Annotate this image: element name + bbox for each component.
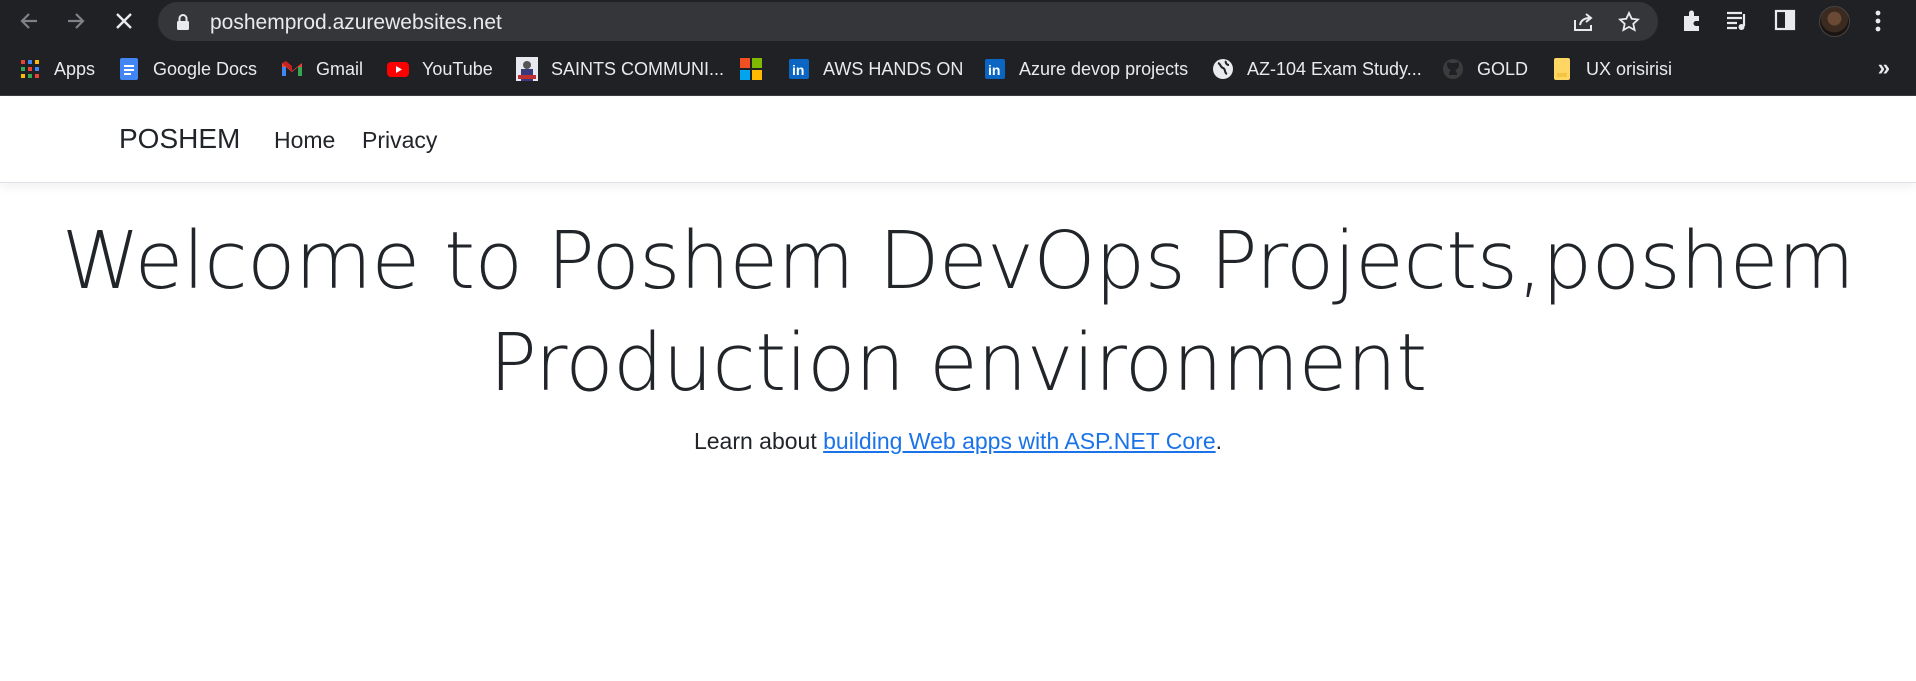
youtube-icon (386, 57, 410, 81)
bookmark-label: GOLD (1477, 58, 1529, 79)
stop-loading-button[interactable] (109, 6, 139, 36)
nav-home-link[interactable]: Home (274, 127, 335, 154)
bookmark-gold[interactable]: GOLD (1441, 56, 1528, 82)
bookmark-apps[interactable]: Apps (18, 56, 95, 82)
microsoft-icon (739, 57, 763, 81)
gmail-icon (280, 57, 304, 81)
bookmark-azure-devop-projects[interactable]: in Azure devop projects (983, 56, 1188, 82)
puzzle-icon[interactable] (1680, 8, 1704, 34)
title-line-1: Welcome to Poshem DevOps Projects,poshem (61, 215, 1855, 307)
back-button[interactable] (14, 6, 44, 36)
learn-suffix: . (1215, 428, 1223, 454)
learn-about-text: Learn about building Web apps with ASP.N… (0, 428, 1916, 455)
bookmark-label: Gmail (316, 58, 364, 79)
bookmark-az104[interactable]: AZ-104 Exam Study... (1211, 56, 1422, 82)
close-icon (116, 13, 132, 29)
bookmark-aws-hands-on[interactable]: in AWS HANDS ON (787, 56, 963, 82)
bookmark-microsoft[interactable] (739, 56, 775, 82)
bookmark-gmail[interactable]: Gmail (280, 56, 363, 82)
bookmark-youtube[interactable]: YouTube (386, 56, 493, 82)
bookmark-label: Azure devop projects (1019, 58, 1189, 79)
share-icon[interactable] (1572, 11, 1596, 33)
bookmark-label: Apps (54, 58, 96, 79)
bookmark-label: SAINTS COMMUNI... (551, 58, 725, 79)
title-line-2: Production environment (489, 317, 1427, 409)
google-docs-icon (117, 57, 141, 81)
learn-prefix: Learn about (693, 428, 824, 454)
github-icon (1441, 57, 1465, 81)
star-icon[interactable] (1618, 11, 1640, 33)
saints-icon (515, 57, 539, 81)
bookmark-saints[interactable]: SAINTS COMMUNI... (515, 56, 724, 82)
bookmark-label: UX orisirisi (1586, 58, 1673, 79)
folder-icon (1550, 57, 1574, 81)
forward-button[interactable] (61, 6, 91, 36)
url-text[interactable]: poshemprod.azurewebsites.net (210, 11, 502, 35)
forward-arrow-icon (68, 13, 85, 29)
bookmarks-bar: Apps Google Docs Gmail YouTube SAINTS CO… (0, 43, 1916, 96)
reading-list-icon[interactable] (1725, 8, 1751, 34)
svg-text:in: in (988, 62, 1000, 78)
side-panel-icon[interactable] (1774, 8, 1796, 32)
svg-text:in: in (792, 62, 804, 78)
site-brand[interactable]: POSHEM (119, 123, 240, 155)
profile-avatar[interactable] (1819, 6, 1850, 37)
bookmark-label: Google Docs (153, 58, 258, 79)
back-arrow-icon (20, 13, 37, 29)
aspnet-docs-link[interactable]: building Web apps with ASP.NET Core (823, 428, 1216, 454)
bookmark-google-docs[interactable]: Google Docs (117, 56, 257, 82)
address-bar[interactable]: poshemprod.azurewebsites.net (158, 2, 1658, 41)
lock-icon[interactable] (176, 13, 190, 31)
page-title: Welcome to Poshem DevOps Projects,poshem… (0, 210, 1916, 414)
apps-grid-icon (18, 57, 42, 81)
browser-toolbar: poshemprod.azurewebsites.net (0, 0, 1916, 43)
kebab-menu-icon[interactable] (1873, 8, 1883, 34)
bookmark-label: YouTube (422, 58, 493, 79)
bookmark-ux-orisirisi[interactable]: UX orisirisi (1550, 56, 1672, 82)
bookmark-label: AWS HANDS ON (823, 58, 964, 79)
site-navbar: POSHEM Home Privacy (0, 97, 1916, 183)
bookmarks-overflow-button[interactable]: » (1878, 55, 1890, 81)
linkedin-icon: in (983, 57, 1007, 81)
linkedin-icon: in (787, 57, 811, 81)
hero-section: Welcome to Poshem DevOps Projects,poshem… (0, 210, 1916, 455)
bookmark-label: AZ-104 Exam Study... (1247, 58, 1422, 79)
globe-icon (1211, 57, 1235, 81)
nav-privacy-link[interactable]: Privacy (362, 127, 437, 154)
